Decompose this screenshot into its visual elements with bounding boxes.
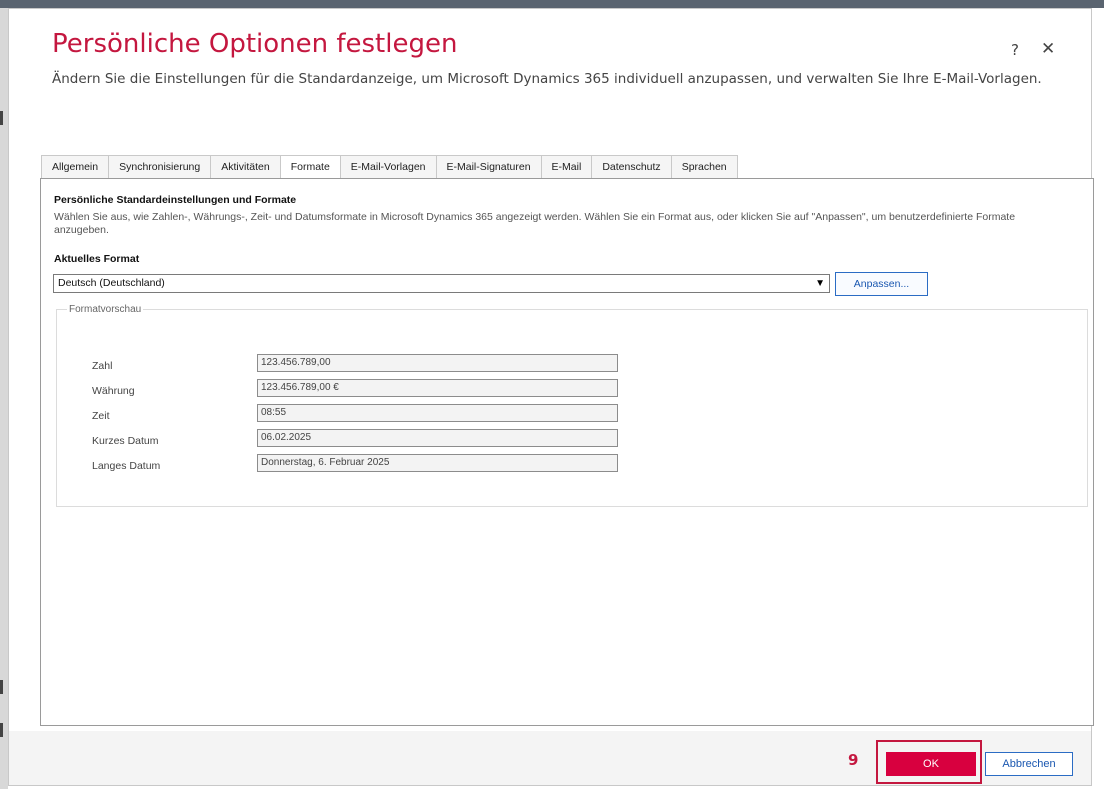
customize-button[interactable]: Anpassen...: [835, 272, 928, 296]
tab-email-vorlagen[interactable]: E-Mail-Vorlagen: [339, 155, 437, 178]
dialog-subtitle: Ändern Sie die Einstellungen für die Sta…: [52, 71, 1042, 87]
tab-allgemein[interactable]: Allgemein: [41, 155, 110, 178]
chevron-down-icon: ▼: [815, 278, 825, 289]
current-format-select[interactable]: Deutsch (Deutschland) ▼: [53, 274, 830, 293]
tab-aktivitaeten[interactable]: Aktivitäten: [210, 155, 281, 178]
preview-label-kurzes-datum: Kurzes Datum: [92, 435, 159, 447]
options-tabs: Allgemein Synchronisierung Aktivitäten F…: [41, 155, 738, 178]
step-number-annotation: 9: [848, 751, 859, 769]
preview-value-zahl: 123.456.789,00: [257, 354, 618, 372]
tab-formate[interactable]: Formate: [279, 155, 341, 178]
section-description: Wählen Sie aus, wie Zahlen-, Währungs-, …: [54, 211, 1016, 236]
preview-label-zahl: Zahl: [92, 360, 113, 372]
background-window-top: [0, 0, 1104, 8]
preview-value-zeit: 08:55: [257, 404, 618, 422]
ok-button[interactable]: OK: [886, 752, 976, 776]
cancel-button[interactable]: Abbrechen: [985, 752, 1073, 776]
tab-datenschutz[interactable]: Datenschutz: [591, 155, 672, 178]
preview-label-zeit: Zeit: [92, 410, 110, 422]
dialog-title: Persönliche Optionen festlegen: [52, 29, 458, 59]
preview-value-kurzes-datum: 06.02.2025: [257, 429, 618, 447]
close-icon[interactable]: ✕: [1041, 39, 1055, 59]
tab-synchronisierung[interactable]: Synchronisierung: [108, 155, 212, 178]
tab-email-signaturen[interactable]: E-Mail-Signaturen: [435, 155, 542, 178]
help-icon[interactable]: ?: [1011, 41, 1019, 59]
section-title: Persönliche Standardeinstellungen und Fo…: [54, 194, 297, 206]
preview-value-waehrung: 123.456.789,00 €: [257, 379, 618, 397]
personal-options-dialog: Persönliche Optionen festlegen Ändern Si…: [8, 8, 1094, 786]
current-format-label: Aktuelles Format: [54, 253, 140, 265]
current-format-value: Deutsch (Deutschland): [58, 277, 165, 289]
preview-label-langes-datum: Langes Datum: [92, 460, 161, 472]
format-preview-legend: Formatvorschau: [67, 304, 144, 315]
background-edge-mark: [0, 723, 3, 737]
background-edge-mark: [0, 111, 3, 125]
background-edge-mark: [0, 680, 3, 694]
preview-label-waehrung: Währung: [92, 385, 135, 397]
tab-sprachen[interactable]: Sprachen: [670, 155, 738, 178]
preview-value-langes-datum: Donnerstag, 6. Februar 2025: [257, 454, 618, 472]
background-window-left: [0, 8, 8, 789]
formats-panel: Persönliche Standardeinstellungen und Fo…: [40, 178, 1094, 726]
tab-email[interactable]: E-Mail: [540, 155, 593, 178]
